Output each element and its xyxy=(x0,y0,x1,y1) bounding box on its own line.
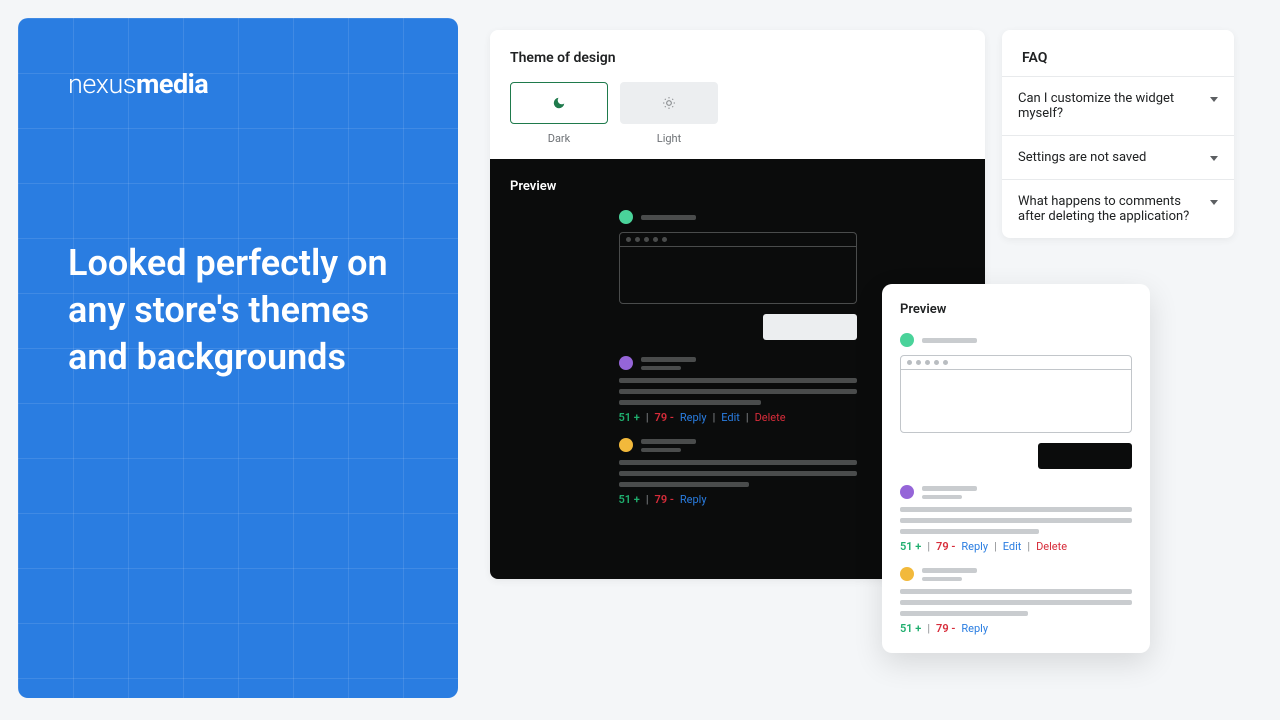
upvote-count[interactable]: 51 + xyxy=(619,411,640,424)
upvote-count[interactable]: 51 + xyxy=(900,622,921,635)
chevron-down-icon xyxy=(1210,156,1218,161)
reply-link[interactable]: Reply xyxy=(680,411,707,424)
meta-separator: | xyxy=(646,493,649,506)
hero-headline: Looked perfectly on any store's themes a… xyxy=(68,240,408,380)
downvote-count[interactable]: 79 - xyxy=(936,540,955,553)
comment-header xyxy=(619,356,857,370)
avatar xyxy=(619,210,633,224)
faq-question: Settings are not saved xyxy=(1018,150,1146,165)
submit-button[interactable] xyxy=(1038,443,1132,469)
comment-header xyxy=(900,485,1132,499)
faq-card: FAQ Can I customize the widget myself? S… xyxy=(1002,30,1234,238)
downvote-count[interactable]: 79 - xyxy=(655,493,674,506)
meta-separator: | xyxy=(994,540,997,553)
skeleton-bar xyxy=(922,338,977,343)
comment-body-skeleton xyxy=(900,589,1132,616)
logo-prefix: nexus xyxy=(68,68,136,100)
skeleton-bar xyxy=(922,495,962,499)
chevron-down-icon xyxy=(1210,200,1218,205)
settings-title: Theme of design xyxy=(510,50,965,66)
skeleton-bar xyxy=(922,577,962,581)
reply-link[interactable]: Reply xyxy=(680,493,707,506)
theme-option-light[interactable] xyxy=(620,82,718,124)
comment-header xyxy=(900,333,1132,347)
preview-label-dark: Preview xyxy=(510,179,965,194)
meta-separator: | xyxy=(646,411,649,424)
faq-item[interactable]: Can I customize the widget myself? xyxy=(1002,76,1234,135)
faq-question: Can I customize the widget myself? xyxy=(1018,91,1202,121)
faq-item[interactable]: What happens to comments after deleting … xyxy=(1002,179,1234,238)
comment-meta: 51 + | 79 - Reply xyxy=(619,493,857,506)
meta-separator: | xyxy=(927,540,930,553)
comment-editor-frame[interactable] xyxy=(619,232,857,304)
skeleton-bar xyxy=(641,357,696,362)
edit-link[interactable]: Edit xyxy=(721,411,740,424)
skeleton-bar xyxy=(641,448,681,452)
comment-editor-frame[interactable] xyxy=(900,355,1132,433)
upvote-count[interactable]: 51 + xyxy=(619,493,640,506)
skeleton-bar xyxy=(922,486,977,491)
comment-header xyxy=(619,210,857,224)
avatar xyxy=(900,485,914,499)
comment-body-skeleton xyxy=(619,460,857,487)
comment-body-skeleton xyxy=(900,507,1132,534)
comment-header xyxy=(619,438,857,452)
logo-bold: media xyxy=(136,68,208,100)
theme-label-dark: Dark xyxy=(548,132,571,145)
faq-title: FAQ xyxy=(1002,30,1234,76)
preview-light-card: Preview 51 + | 79 - Reply | xyxy=(882,284,1150,653)
skeleton-bar xyxy=(922,568,977,573)
preview-label-light: Preview xyxy=(900,302,1132,317)
avatar xyxy=(900,333,914,347)
brand-logo: nexusmedia xyxy=(68,68,408,100)
chevron-down-icon xyxy=(1210,97,1218,102)
edit-link[interactable]: Edit xyxy=(1003,540,1022,553)
skeleton-bar xyxy=(641,439,696,444)
skeleton-bar xyxy=(641,366,681,370)
theme-option-dark[interactable] xyxy=(510,82,608,124)
avatar xyxy=(900,567,914,581)
skeleton-bar xyxy=(641,215,696,220)
downvote-count[interactable]: 79 - xyxy=(655,411,674,424)
comment-meta: 51 + | 79 - Reply xyxy=(900,622,1132,635)
reply-link[interactable]: Reply xyxy=(961,540,988,553)
faq-item[interactable]: Settings are not saved xyxy=(1002,135,1234,179)
meta-separator: | xyxy=(1027,540,1030,553)
delete-link[interactable]: Delete xyxy=(755,411,786,424)
moon-icon xyxy=(552,96,566,110)
comment-meta: 51 + | 79 - Reply | Edit | Delete xyxy=(900,540,1132,553)
comment-header xyxy=(900,567,1132,581)
avatar xyxy=(619,356,633,370)
faq-question: What happens to comments after deleting … xyxy=(1018,194,1202,224)
meta-separator: | xyxy=(746,411,749,424)
meta-separator: | xyxy=(927,622,930,635)
reply-link[interactable]: Reply xyxy=(961,622,988,635)
comment-meta: 51 + | 79 - Reply | Edit | Delete xyxy=(619,411,857,424)
avatar xyxy=(619,438,633,452)
submit-button[interactable] xyxy=(763,314,857,340)
meta-separator: | xyxy=(713,411,716,424)
sun-icon xyxy=(662,96,676,110)
upvote-count[interactable]: 51 + xyxy=(900,540,921,553)
comment-body-skeleton xyxy=(619,378,857,405)
hero-panel: nexusmedia Looked perfectly on any store… xyxy=(18,18,458,698)
theme-label-light: Light xyxy=(657,132,681,145)
downvote-count[interactable]: 79 - xyxy=(936,622,955,635)
delete-link[interactable]: Delete xyxy=(1036,540,1067,553)
